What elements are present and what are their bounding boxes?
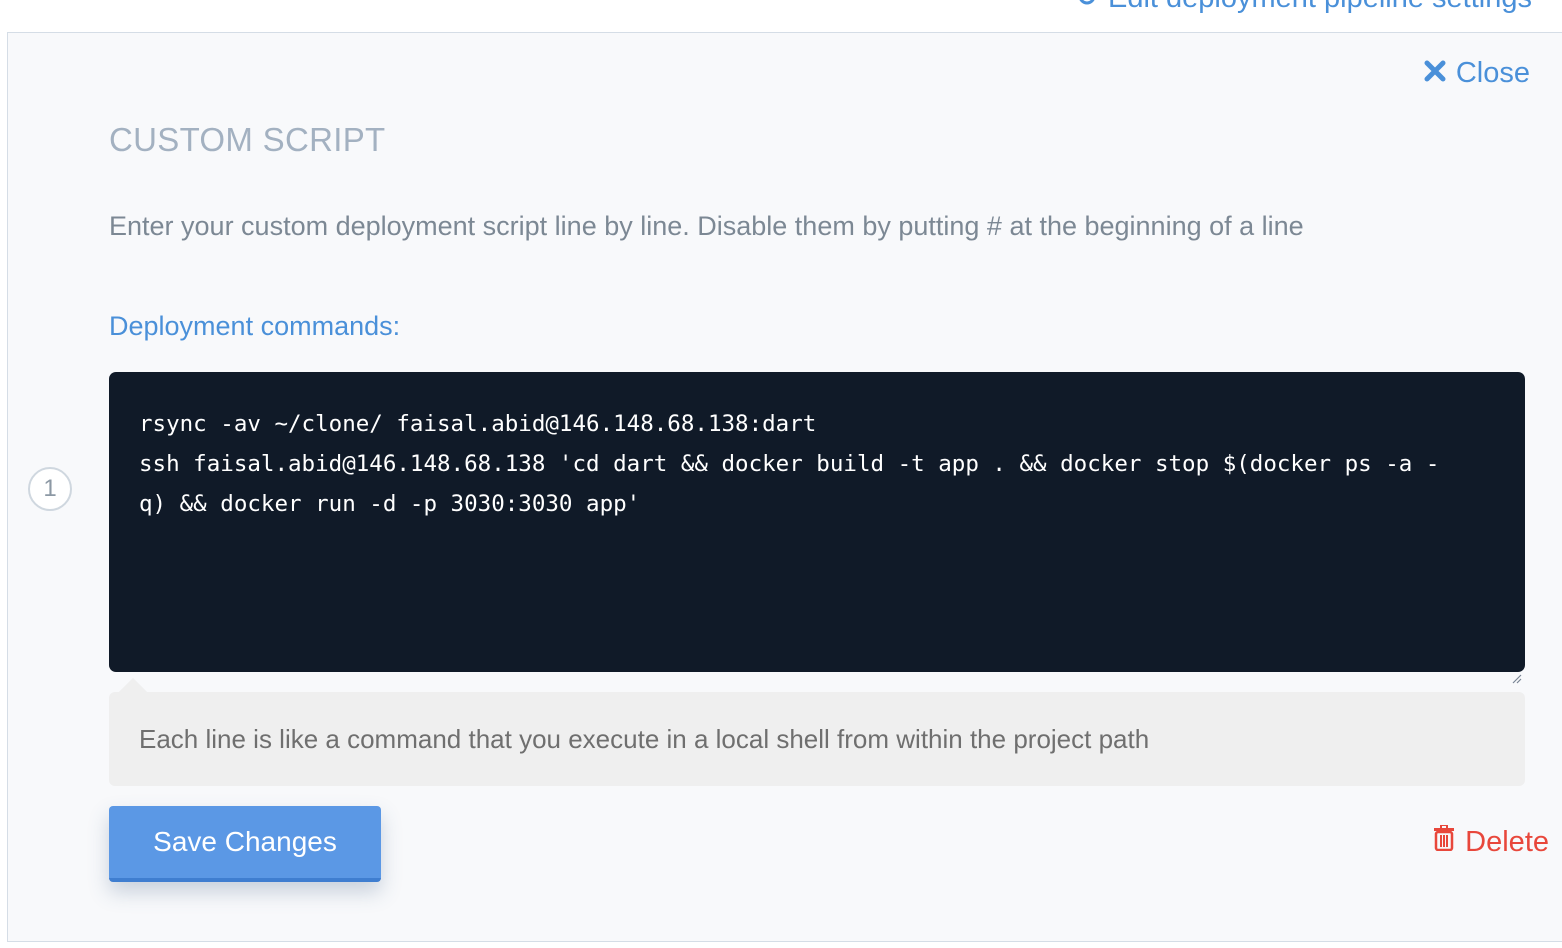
resize-handle-icon[interactable] xyxy=(1510,657,1522,684)
custom-script-panel: Close CUSTOM SCRIPT Enter your custom de… xyxy=(7,32,1562,942)
close-label: Close xyxy=(1455,57,1530,89)
top-bar: Edit deployment pipeline settings xyxy=(0,0,1562,32)
save-changes-button[interactable]: Save Changes xyxy=(109,806,381,882)
script-line: ssh faisal.abid@146.148.68.138 'cd dart … xyxy=(139,451,1440,477)
close-button[interactable]: Close xyxy=(1424,57,1530,90)
script-line: q) && docker run -d -p 3030:3030 app' xyxy=(139,491,641,517)
close-icon xyxy=(1424,60,1446,87)
edit-pipeline-settings-link[interactable]: Edit deployment pipeline settings xyxy=(1076,0,1532,15)
section-title: CUSTOM SCRIPT xyxy=(109,121,386,158)
script-line: rsync -av ~/clone/ faisal.abid@146.148.6… xyxy=(139,411,817,437)
trash-icon xyxy=(1433,824,1455,859)
section-description: Enter your custom deployment script line… xyxy=(109,211,1304,241)
script-hint-tooltip: Each line is like a command that you exe… xyxy=(109,692,1525,786)
deployment-commands-label: Deployment commands: xyxy=(109,311,401,341)
deployment-script-textarea[interactable]: rsync -av ~/clone/ faisal.abid@146.148.6… xyxy=(109,372,1525,684)
hint-text: Each line is like a command that you exe… xyxy=(139,723,1150,754)
step-number-badge: 1 xyxy=(28,467,72,511)
settings-icon xyxy=(1076,0,1098,15)
delete-button[interactable]: Delete xyxy=(1433,824,1549,859)
delete-label: Delete xyxy=(1465,825,1549,858)
edit-pipeline-settings-label: Edit deployment pipeline settings xyxy=(1108,0,1532,15)
